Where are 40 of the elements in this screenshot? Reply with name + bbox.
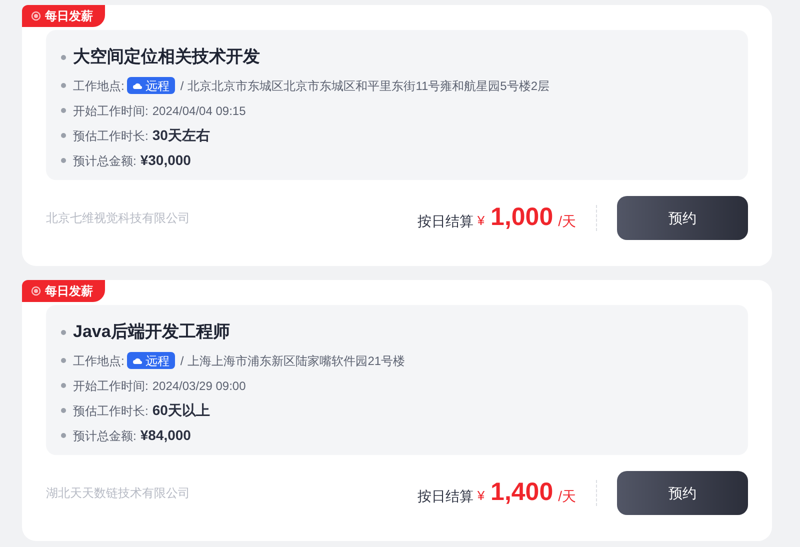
duration-value: 30天左右 [152, 126, 210, 145]
circle-dot-icon [31, 11, 41, 21]
total-amount: ¥84,000 [140, 426, 191, 445]
address-text: 上海上海市浦东新区陆家嘴软件园21号楼 [188, 352, 406, 370]
start-time: 2024/04/04 09:15 [152, 102, 246, 120]
duration-label: 预估工作时长: [73, 128, 148, 144]
job-title: Java后端开发工程师 [73, 321, 230, 344]
company-name: 湖北天天数链技术有限公司 [46, 485, 191, 502]
rate-unit: /天 [558, 486, 576, 506]
settlement-label: 按日结算 [417, 212, 474, 230]
total-label: 预计总金额: [73, 428, 136, 444]
remote-tag: 远程 [127, 352, 176, 369]
currency-symbol: ¥ [477, 212, 485, 230]
location-label: 工作地点: [73, 78, 124, 94]
separator: / [180, 78, 184, 94]
daily-rate: 1,000 [490, 202, 554, 234]
daily-pay-badge: 每日发薪 [22, 5, 105, 27]
daily-pay-badge: 每日发薪 [22, 280, 105, 302]
duration-label: 预估工作时长: [73, 402, 148, 420]
address-text: 北京北京市东城区北京市东城区和平里东街11号雍和航星园5号楼2层 [188, 78, 550, 94]
location-label: 工作地点: [73, 352, 124, 370]
start-label: 开始工作时间: [73, 378, 148, 394]
separator: / [180, 352, 184, 370]
company-name: 北京七维视觉科技有限公司 [46, 210, 191, 227]
book-button[interactable]: 预约 [617, 471, 748, 515]
total-label: 预计总金额: [73, 152, 136, 170]
currency-symbol: ¥ [477, 487, 485, 506]
start-label: 开始工作时间: [73, 102, 148, 120]
job-title: 大空间定位相关技术开发 [73, 46, 260, 68]
duration-value: 60天以上 [152, 401, 210, 420]
daily-rate: 1,400 [490, 477, 554, 508]
circle-dot-icon [31, 286, 41, 296]
cloud-icon [133, 82, 142, 89]
cloud-icon [133, 357, 142, 364]
total-amount: ¥30,000 [140, 151, 191, 170]
rate-unit: /天 [558, 212, 576, 230]
remote-tag: 远程 [127, 77, 176, 94]
book-button[interactable]: 预约 [617, 196, 748, 240]
settlement-label: 按日结算 [417, 486, 474, 506]
start-time: 2024/03/29 09:00 [152, 378, 246, 394]
